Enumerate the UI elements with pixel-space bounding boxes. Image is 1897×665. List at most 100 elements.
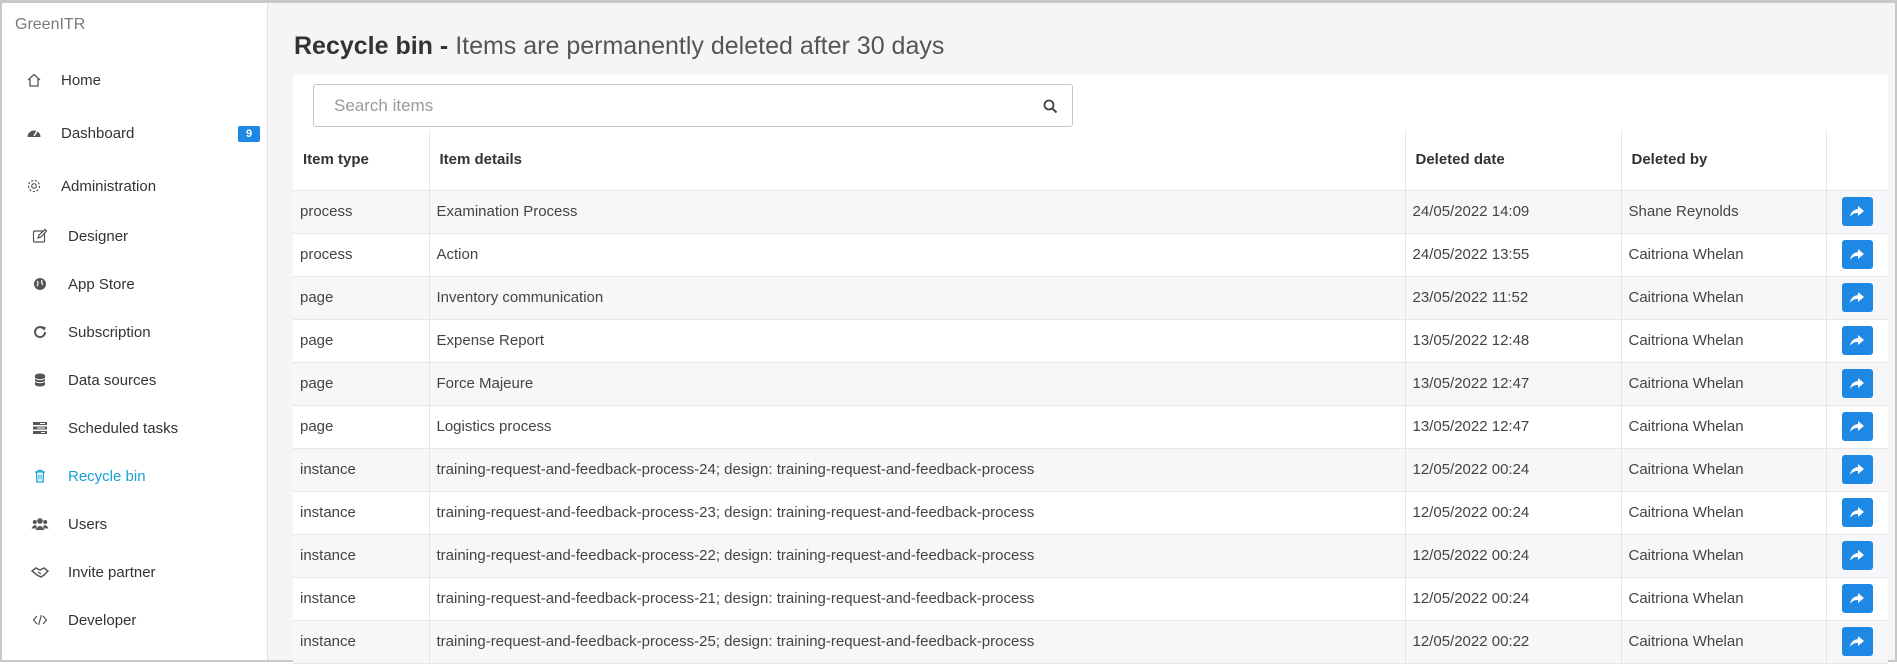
share-arrow-icon — [1848, 548, 1866, 564]
cell-deleted-date: 13/05/2022 12:47 — [1405, 405, 1622, 449]
cell-deleted-date: 12/05/2022 00:22 — [1405, 620, 1622, 664]
handshake-icon — [31, 563, 49, 581]
share-arrow-icon — [1848, 247, 1866, 263]
share-arrow-icon — [1848, 290, 1866, 306]
cell-deleted-date: 12/05/2022 00:24 — [1405, 448, 1622, 492]
share-arrow-icon — [1848, 634, 1866, 650]
edit-icon — [31, 227, 49, 245]
sidebar-item-recycle-bin[interactable]: Recycle bin — [2, 456, 268, 496]
sidebar-item-label: Invite partner — [68, 563, 156, 581]
cell-deleted-date: 13/05/2022 12:47 — [1405, 362, 1622, 406]
sidebar-item-app-store[interactable]: App Store — [2, 264, 268, 304]
cell-actions — [1826, 577, 1888, 621]
share-arrow-icon — [1848, 419, 1866, 435]
cell-deleted-date: 12/05/2022 00:24 — [1405, 534, 1622, 578]
table-row: instance training-request-and-feedback-pr… — [293, 448, 1888, 492]
notification-badge: 9 — [238, 126, 260, 142]
restore-button[interactable] — [1841, 326, 1873, 355]
cell-item-type: process — [293, 190, 430, 234]
sidebar-item-label: Recycle bin — [68, 467, 146, 485]
sidebar-item-scheduled-tasks[interactable]: Scheduled tasks — [2, 408, 268, 448]
restore-button[interactable] — [1841, 455, 1873, 484]
sidebar-item-administration[interactable]: Administration — [2, 166, 268, 206]
cell-deleted-date: 13/05/2022 12:48 — [1405, 319, 1622, 363]
refresh-icon — [31, 323, 49, 341]
cell-item-details: Examination Process — [429, 190, 1406, 234]
cell-actions — [1826, 534, 1888, 578]
home-icon — [25, 71, 43, 89]
sidebar-item-label: Subscription — [68, 323, 151, 341]
cell-item-details: Force Majeure — [429, 362, 1406, 406]
search-input[interactable] — [334, 95, 1014, 117]
cell-item-details: Inventory communication — [429, 276, 1406, 320]
page-title-main: Recycle bin - — [294, 32, 449, 60]
cell-actions — [1826, 276, 1888, 320]
cell-deleted-by: Caitriona Whelan — [1621, 319, 1827, 363]
cell-item-type: page — [293, 405, 430, 449]
restore-button[interactable] — [1841, 627, 1873, 656]
cell-item-type: instance — [293, 491, 430, 535]
sidebar-item-users[interactable]: Users — [2, 504, 268, 544]
column-header-item-type[interactable]: Item type — [293, 130, 430, 191]
cell-deleted-date: 24/05/2022 14:09 — [1405, 190, 1622, 234]
restore-button[interactable] — [1841, 584, 1873, 613]
column-header-deleted-date[interactable]: Deleted date — [1405, 130, 1622, 191]
restore-button[interactable] — [1841, 498, 1873, 527]
sidebar-item-developer[interactable]: Developer — [2, 600, 268, 640]
cell-actions — [1826, 405, 1888, 449]
app-window: GreenITR Home Dashboard 9 Administration — [0, 0, 1897, 665]
column-header-item-details[interactable]: Item details — [429, 130, 1406, 191]
cell-deleted-date: 24/05/2022 13:55 — [1405, 233, 1622, 277]
dashboard-icon — [25, 124, 43, 142]
globe-icon — [31, 275, 49, 293]
share-arrow-icon — [1848, 333, 1866, 349]
cell-item-details: training-request-and-feedback-process-24… — [429, 448, 1406, 492]
cell-deleted-date: 12/05/2022 00:24 — [1405, 491, 1622, 535]
cell-actions — [1826, 620, 1888, 664]
cell-item-type: instance — [293, 448, 430, 492]
restore-button[interactable] — [1841, 541, 1873, 570]
cell-item-type: instance — [293, 534, 430, 578]
share-arrow-icon — [1848, 204, 1866, 220]
page-title: Recycle bin - Items are permanently dele… — [294, 32, 944, 61]
recycle-bin-table: Item type Item details Deleted date Dele… — [293, 130, 1888, 664]
cell-actions — [1826, 491, 1888, 535]
sidebar-item-label: Home — [61, 71, 102, 89]
restore-button[interactable] — [1841, 240, 1873, 269]
cell-item-details: training-request-and-feedback-process-21… — [429, 577, 1406, 621]
sidebar-item-invite-partner[interactable]: Invite partner — [2, 552, 268, 592]
cell-deleted-by: Caitriona Whelan — [1621, 448, 1827, 492]
cell-actions — [1826, 319, 1888, 363]
cell-item-details: Action — [429, 233, 1406, 277]
column-header-deleted-by[interactable]: Deleted by — [1621, 130, 1827, 191]
cell-deleted-by: Caitriona Whelan — [1621, 491, 1827, 535]
trash-icon — [31, 467, 49, 485]
table-row: page Force Majeure 13/05/2022 12:47 Caitrio… — [293, 362, 1888, 406]
restore-button[interactable] — [1841, 369, 1873, 398]
users-icon — [31, 515, 49, 533]
cell-item-type: instance — [293, 620, 430, 664]
cell-item-type: page — [293, 276, 430, 320]
brand-logo: GreenITR — [15, 16, 86, 33]
sidebar-item-subscription[interactable]: Subscription — [2, 312, 268, 352]
cell-deleted-by: Caitriona Whelan — [1621, 362, 1827, 406]
sidebar-item-dashboard[interactable]: Dashboard 9 — [2, 113, 268, 153]
table-row: instance training-request-and-feedback-pr… — [293, 620, 1888, 664]
restore-button[interactable] — [1841, 283, 1873, 312]
table-row: process Action 24/05/2022 13:55 Caitriona W… — [293, 233, 1888, 277]
sidebar-item-label: Scheduled tasks — [68, 419, 179, 437]
restore-button[interactable] — [1841, 197, 1873, 226]
sidebar-item-home[interactable]: Home — [2, 60, 268, 100]
sidebar: GreenITR Home Dashboard 9 Administration — [2, 3, 268, 660]
page-title-subtitle: Items are permanently deleted after 30 d… — [455, 32, 945, 60]
cell-deleted-by: Shane Reynolds — [1621, 190, 1827, 234]
table-row: instance training-request-and-feedback-pr… — [293, 491, 1888, 535]
sidebar-item-designer[interactable]: Designer — [2, 216, 268, 256]
table-row: process Examination Process 24/05/2022 14:… — [293, 190, 1888, 234]
search-icon[interactable] — [1040, 96, 1060, 116]
cell-actions — [1826, 190, 1888, 234]
share-arrow-icon — [1848, 505, 1866, 521]
sidebar-item-data-sources[interactable]: Data sources — [2, 360, 268, 400]
restore-button[interactable] — [1841, 412, 1873, 441]
table-row: page Expense Report 13/05/2022 12:48 Caitri… — [293, 319, 1888, 363]
